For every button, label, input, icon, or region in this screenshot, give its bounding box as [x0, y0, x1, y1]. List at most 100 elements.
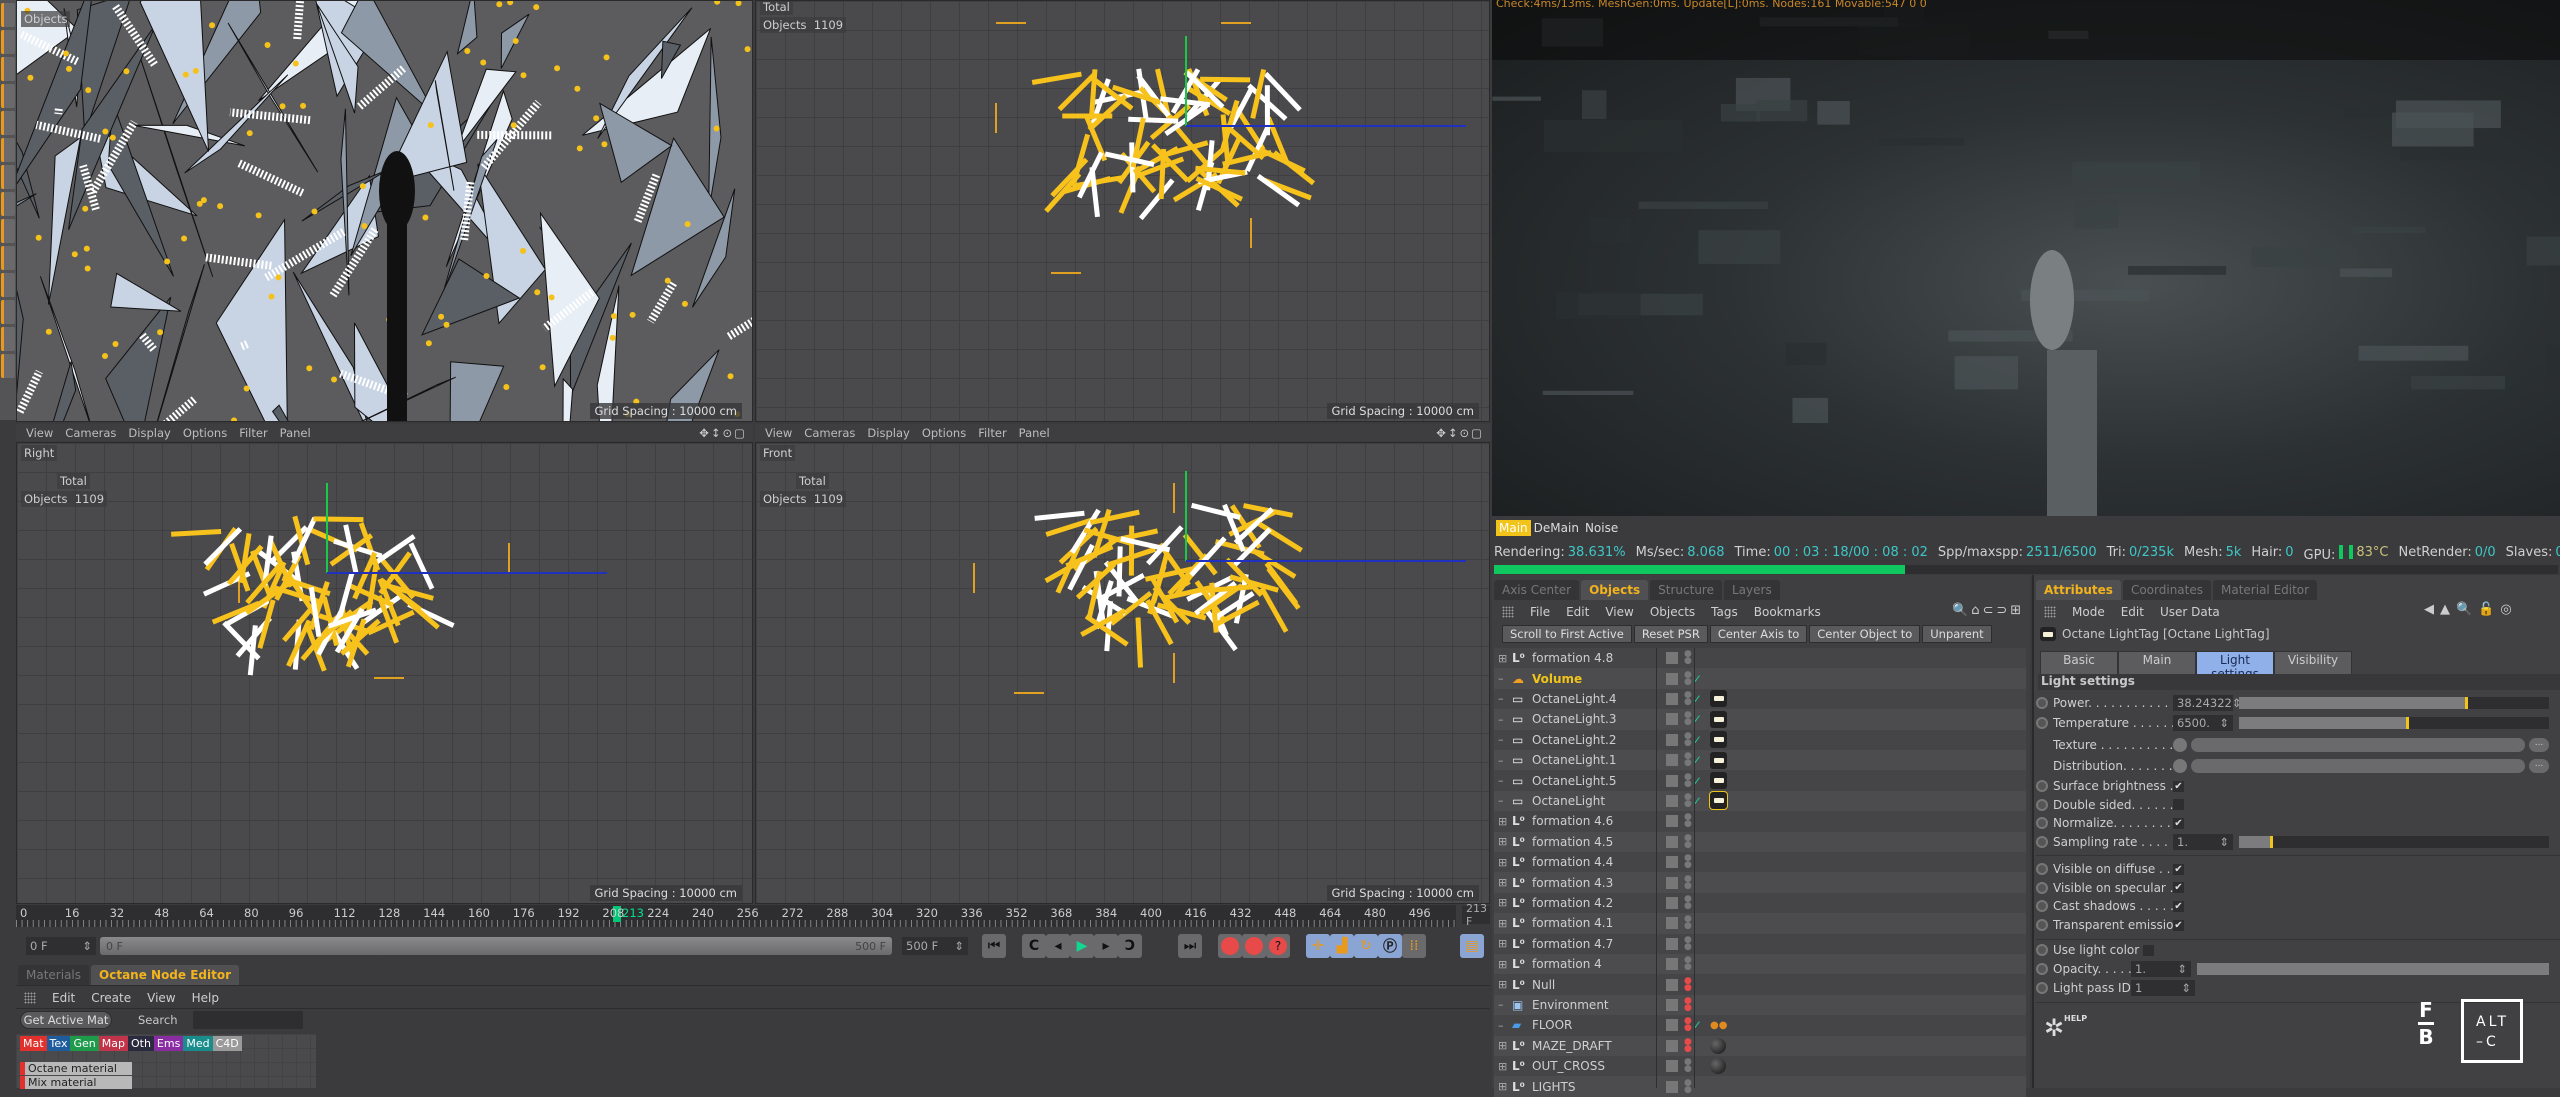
- octane-light-tag-icon[interactable]: [1710, 792, 1727, 809]
- go-to-end-button[interactable]: ⏭: [1178, 934, 1202, 958]
- object-row[interactable]: –▭OctaneLight● ●✓: [1494, 791, 2026, 811]
- go-to-start-button[interactable]: ⏮: [982, 934, 1006, 958]
- expand-icon[interactable]: ⊞: [1498, 652, 1512, 665]
- tab-attributes[interactable]: Attributes: [2036, 580, 2121, 600]
- timeline-ruler[interactable]: 213 016324864809611212814416017619220822…: [16, 905, 1456, 927]
- object-row[interactable]: –▰FLOOR● ●✓●●: [1494, 1015, 2026, 1035]
- object-row[interactable]: –▣Environment● ●: [1494, 995, 2026, 1015]
- layer-icon[interactable]: [1666, 734, 1678, 746]
- expand-icon[interactable]: ⊞: [1498, 876, 1512, 889]
- expand-icon[interactable]: ⊞: [1498, 1039, 1512, 1052]
- category-mat[interactable]: Mat: [20, 1036, 47, 1051]
- menu-view[interactable]: View: [1605, 605, 1633, 619]
- object-row[interactable]: ⊞L⁰formation 4.6● ●: [1494, 811, 2026, 831]
- material-tag-icon[interactable]: [1710, 1038, 1726, 1054]
- tool-button[interactable]: [1, 3, 15, 27]
- layer-icon[interactable]: [1666, 979, 1678, 991]
- distribution-expand-button[interactable]: [2173, 759, 2187, 773]
- tab-structure[interactable]: Structure: [1650, 580, 1722, 600]
- object-row[interactable]: ⊞L⁰formation 4.8● ●: [1494, 648, 2026, 668]
- unparent-button[interactable]: Unparent: [1922, 625, 1991, 643]
- animate-radio[interactable]: [2036, 963, 2048, 975]
- expand-icon[interactable]: ⊞: [1498, 896, 1512, 909]
- sampling-rate-slider[interactable]: [2239, 836, 2549, 848]
- checkbox[interactable]: [2173, 799, 2184, 810]
- opacity-slider[interactable]: [2197, 963, 2549, 975]
- search-icon[interactable]: 🔍: [1952, 603, 1971, 618]
- back-arrow-icon[interactable]: ◀: [2424, 602, 2440, 617]
- menu-edit[interactable]: Edit: [1566, 605, 1589, 619]
- expand-icon[interactable]: ⊞: [1498, 978, 1512, 991]
- checkbox[interactable]: ✔: [2173, 920, 2184, 931]
- target-icon[interactable]: ◎: [2500, 602, 2517, 617]
- visibility-dots[interactable]: ● ●: [1684, 753, 1690, 767]
- visibility-dots[interactable]: ● ●: [1684, 876, 1690, 890]
- category-ems[interactable]: Ems: [154, 1036, 183, 1051]
- visibility-dots[interactable]: ● ●: [1684, 978, 1690, 992]
- visibility-dots[interactable]: ● ●: [1684, 692, 1690, 706]
- visibility-dots[interactable]: ● ●: [1684, 1018, 1690, 1032]
- new-window-icon[interactable]: ⊞: [2010, 603, 2024, 618]
- menu-edit[interactable]: Edit: [2121, 605, 2144, 619]
- viewport-menu-panel[interactable]: Panel: [1019, 426, 1050, 440]
- pass-noise[interactable]: Noise: [1582, 520, 1621, 536]
- tool-button[interactable]: [1, 30, 15, 54]
- tab-materials[interactable]: Materials: [18, 965, 89, 985]
- center-object-to-button[interactable]: Center Object to: [1809, 625, 1920, 643]
- front-viewport[interactable]: Front Total Objects 1109 Grid Spacing : …: [755, 442, 1490, 904]
- object-row[interactable]: ⊞L⁰Null● ●: [1494, 974, 2026, 994]
- tool-button[interactable]: [1, 300, 15, 324]
- current-frame-field[interactable]: 213 F: [1462, 906, 1490, 924]
- menu-view[interactable]: View: [147, 991, 175, 1005]
- sampling-rate-field[interactable]: 1.⇕: [2173, 834, 2233, 850]
- layer-icon[interactable]: [1666, 673, 1678, 685]
- viewport-menu-display[interactable]: Display: [128, 426, 170, 440]
- slider-handle[interactable]: [2270, 836, 2273, 848]
- range-slider[interactable]: 0 F 500 F: [100, 937, 892, 955]
- animate-radio[interactable]: [2036, 817, 2048, 829]
- record-scale-button[interactable]: ▟: [1330, 934, 1354, 958]
- texture-expand-button[interactable]: [2173, 738, 2187, 752]
- category-oth[interactable]: Oth: [128, 1036, 154, 1051]
- animate-radio[interactable]: [2036, 799, 2048, 811]
- top-viewport[interactable]: Total Objects 1109 Grid Spacing : 10000 …: [755, 0, 1490, 422]
- object-row[interactable]: ⊞L⁰formation 4.1● ●: [1494, 913, 2026, 933]
- layer-icon[interactable]: [1666, 1081, 1678, 1093]
- viewport-menu-display[interactable]: Display: [867, 426, 909, 440]
- scroll-to-first-active-button[interactable]: Scroll to First Active: [1502, 625, 1632, 643]
- layer-icon[interactable]: [1666, 897, 1678, 909]
- viewport-menu-view[interactable]: View: [26, 426, 53, 440]
- object-row[interactable]: –▭OctaneLight.3● ●✓: [1494, 709, 2026, 729]
- category-gen[interactable]: Gen: [70, 1036, 98, 1051]
- octane-light-tag-icon[interactable]: [1710, 752, 1727, 769]
- visibility-dots[interactable]: ● ●: [1684, 835, 1690, 849]
- next-frame-button[interactable]: ▸: [1094, 934, 1118, 958]
- perspective-viewport[interactable]: Objects Grid Spacing : 10000 cm: [16, 0, 753, 422]
- animate-radio[interactable]: [2036, 982, 2048, 994]
- category-c4d[interactable]: C4D: [213, 1036, 242, 1051]
- layer-icon[interactable]: [1666, 877, 1678, 889]
- viewport-menu-cameras[interactable]: Cameras: [804, 426, 855, 440]
- tab-axis-center[interactable]: Axis Center: [1494, 580, 1579, 600]
- category-map[interactable]: Map: [99, 1036, 128, 1051]
- object-row[interactable]: ⊞L⁰formation 4.3● ●: [1494, 872, 2026, 892]
- end-frame-field[interactable]: 500 F⇕: [902, 937, 968, 955]
- opacity-field[interactable]: 1.⇕: [2131, 961, 2191, 977]
- visibility-dots[interactable]: ● ●: [1684, 1080, 1690, 1094]
- phong-tag-icon[interactable]: ●●: [1710, 1020, 1727, 1031]
- animate-radio[interactable]: [2036, 900, 2048, 912]
- expand-icon[interactable]: ⊞: [1498, 937, 1512, 950]
- object-row[interactable]: ⊞L⁰formation 4.2● ●: [1494, 893, 2026, 913]
- viewport-nav-icons[interactable]: ✥↕⊙▢: [1436, 426, 1484, 440]
- right-viewport[interactable]: Right Total Objects 1109 Grid Spacing : …: [16, 442, 753, 904]
- layer-icon[interactable]: [1666, 713, 1678, 725]
- object-row[interactable]: –▭OctaneLight.5● ●✓: [1494, 770, 2026, 790]
- layer-icon[interactable]: [1666, 836, 1678, 848]
- visibility-dots[interactable]: ● ●: [1684, 1039, 1690, 1053]
- menu-bookmarks[interactable]: Bookmarks: [1754, 605, 1821, 619]
- viewport-menu-filter[interactable]: Filter: [978, 426, 1006, 440]
- layer-icon[interactable]: [1666, 1019, 1678, 1031]
- tool-button[interactable]: [1, 84, 15, 108]
- object-row[interactable]: –▭OctaneLight.2● ●✓: [1494, 730, 2026, 750]
- play-button[interactable]: ▶: [1070, 934, 1094, 958]
